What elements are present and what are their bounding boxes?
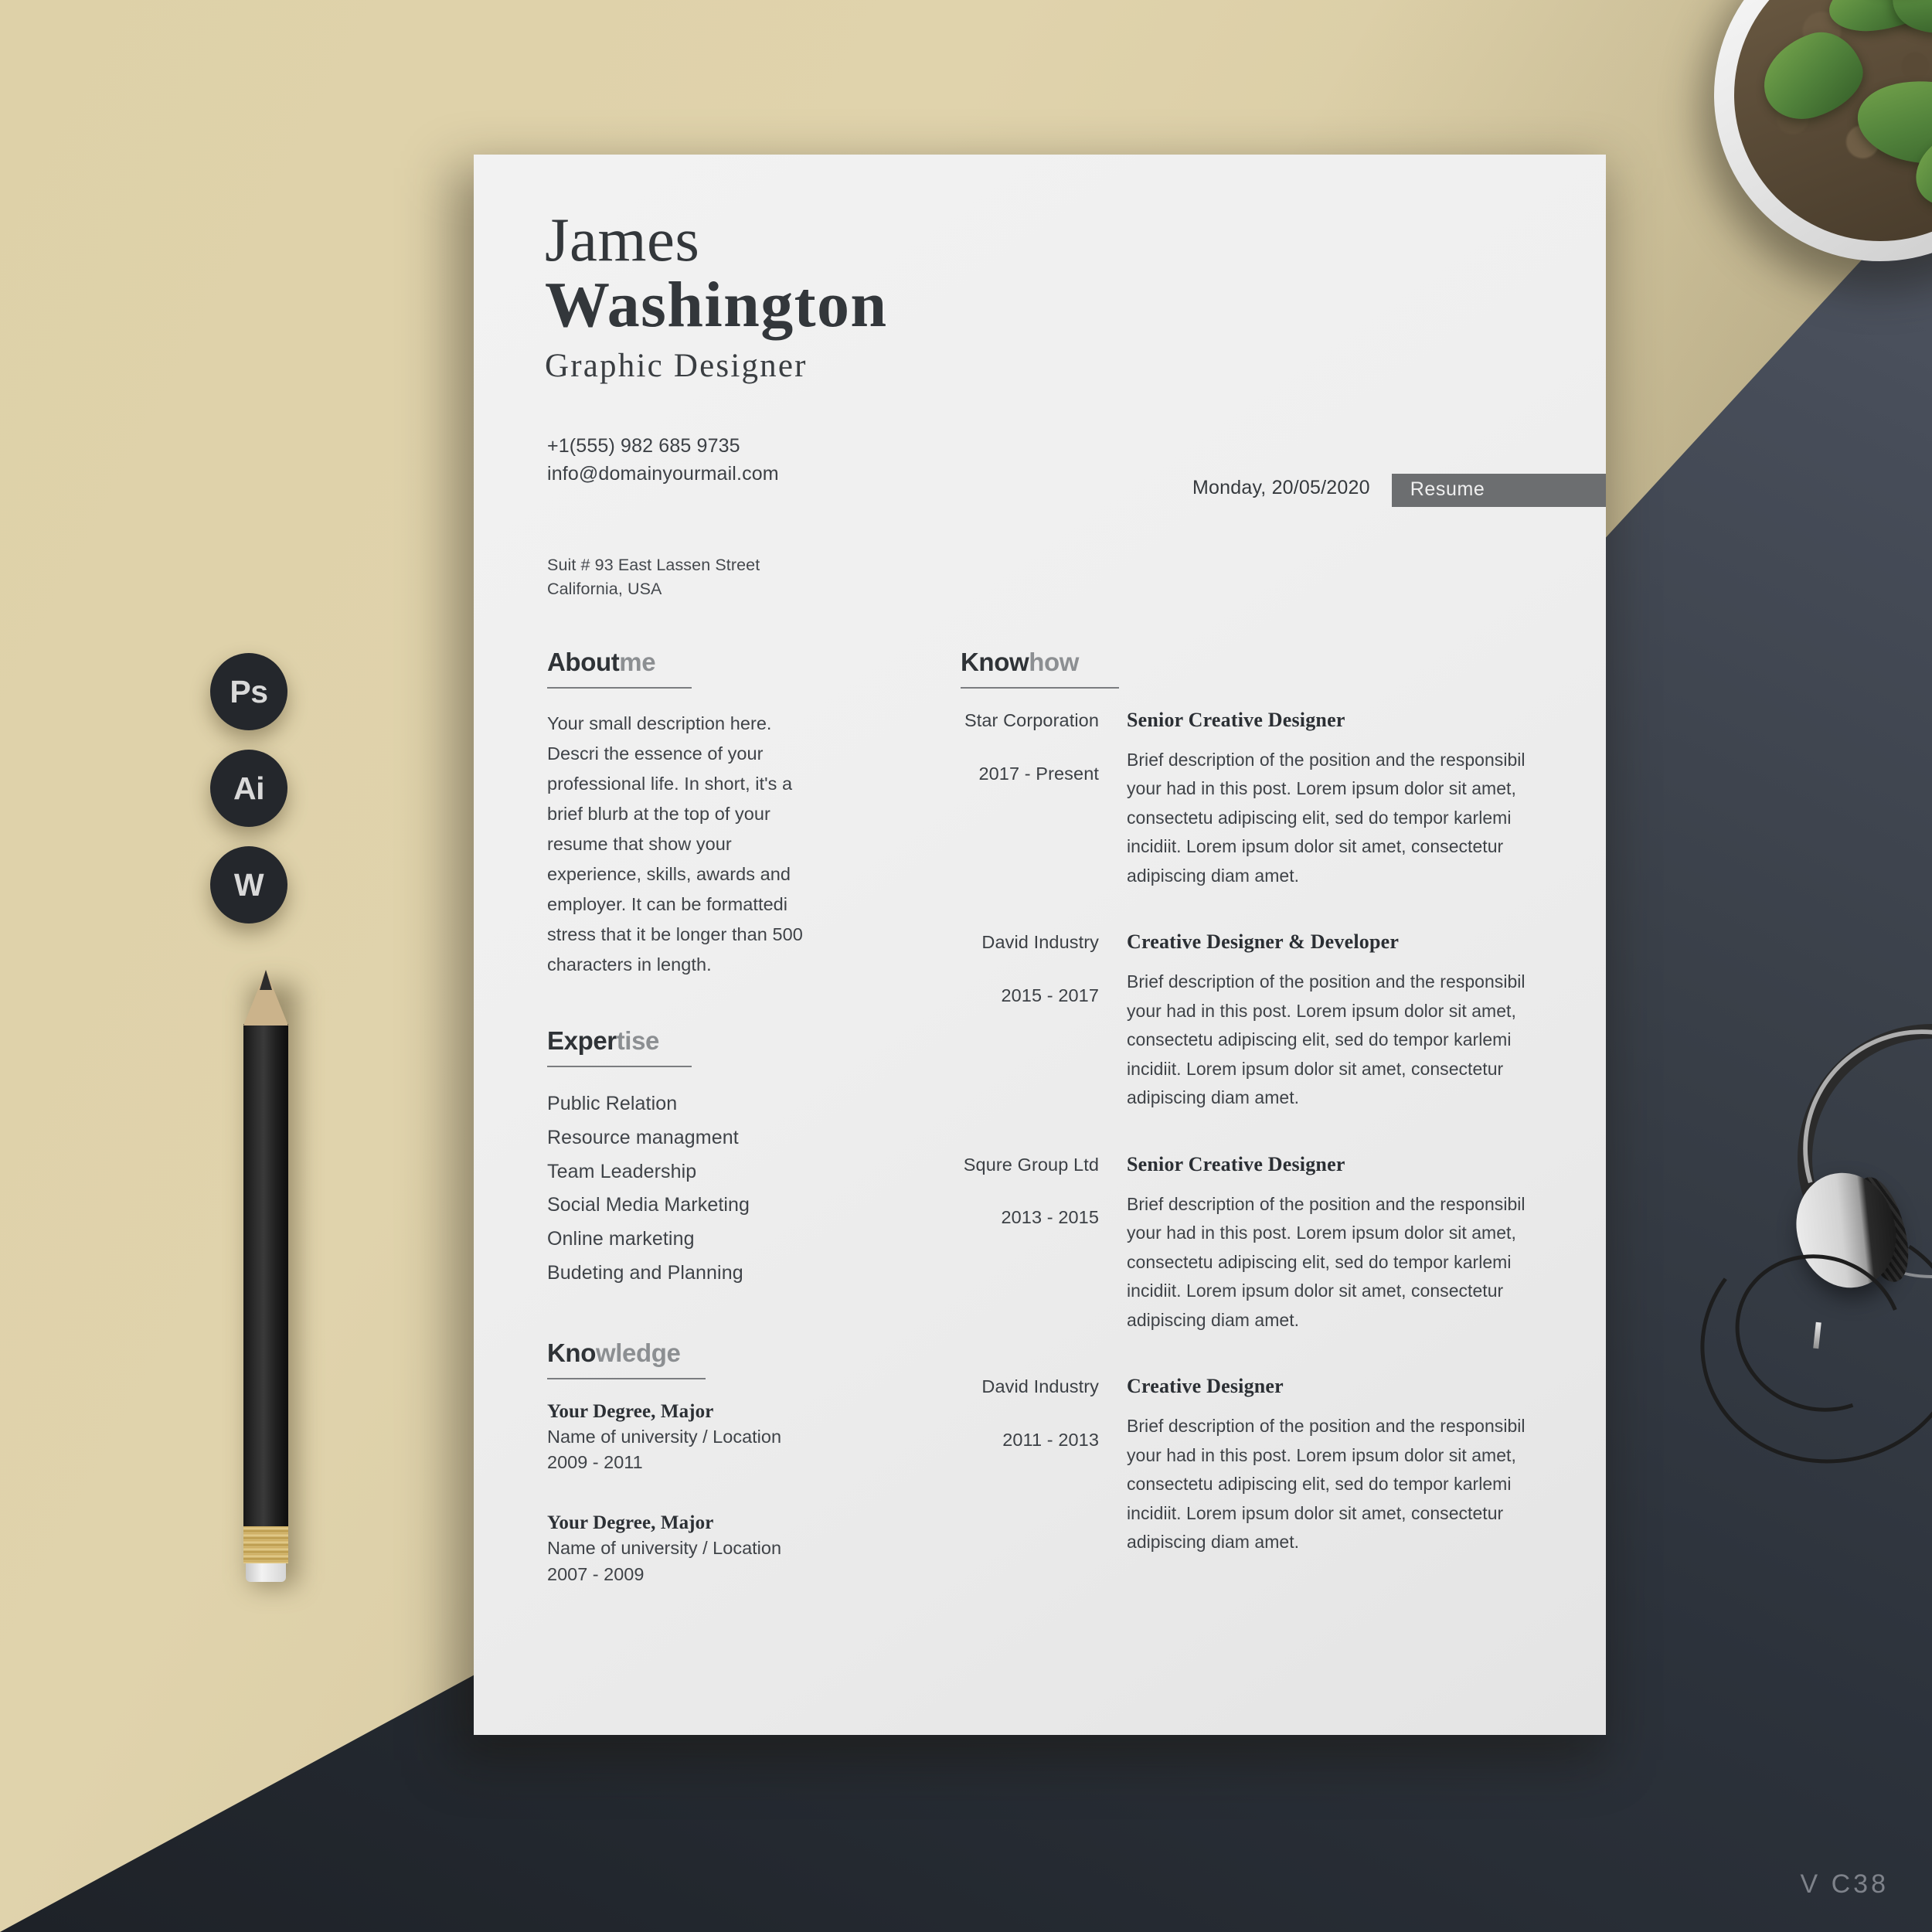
section-knowledge: Knowledge Your Degree, Major Name of uni…	[547, 1338, 818, 1588]
resume-document: James Washington Graphic Designer +1(555…	[474, 155, 1606, 1735]
list-item: Social Media Marketing	[547, 1194, 750, 1216]
education-item: Your Degree, Major Name of university / …	[547, 1401, 818, 1476]
degree-title: Your Degree, Major	[547, 1512, 714, 1534]
first-name: James	[545, 205, 700, 274]
software-badge-group: Ps Ai W	[210, 653, 287, 943]
pencil-ferrule	[243, 1526, 288, 1563]
university-name: Name of university / Location	[547, 1426, 782, 1447]
last-name: Washington	[545, 268, 888, 341]
expertise-list: Public Relation Resource managment Team …	[547, 1087, 818, 1291]
pencil-eraser	[246, 1563, 286, 1582]
knowledge-heading: Knowledge	[547, 1338, 706, 1379]
resume-left-column: Aboutme Your small description here. Des…	[547, 648, 818, 1587]
phone-number: +1(555) 982 685 9735	[547, 435, 740, 457]
company-name: Star Corporation	[964, 710, 1099, 730]
document-meta-row: Monday, 20/05/2020 Resume	[1192, 474, 1606, 507]
knowhow-heading: Knowhow	[961, 648, 1119, 689]
university-name: Name of university / Location	[547, 1538, 782, 1559]
photoshop-badge: Ps	[210, 653, 287, 730]
experience-item: Squre Group Ltd 2013 - 2015 Senior Creat…	[961, 1153, 1563, 1335]
headphones	[1681, 976, 1932, 1485]
address-line-2: California, USA	[547, 580, 662, 599]
about-heading-strong: About	[547, 648, 620, 676]
list-item: Team Leadership	[547, 1160, 697, 1182]
email-address: info@domainyourmail.com	[547, 462, 779, 485]
list-item: Budeting and Planning	[547, 1261, 743, 1284]
illustrator-badge: Ai	[210, 750, 287, 827]
company-name: David Industry	[981, 932, 1099, 953]
list-item: Public Relation	[547, 1093, 678, 1114]
desk-scene: Ps Ai W James Washington Graphic Designe…	[0, 0, 1932, 1932]
about-me-body: Your small description here. Descri the …	[547, 713, 803, 975]
pencil-body	[243, 1024, 288, 1526]
knowledge-heading-strong: Kno	[547, 1338, 596, 1367]
watermark: V C38	[1800, 1869, 1889, 1899]
address-block: Suit # 93 East Lassen Street California,…	[547, 553, 760, 601]
education-years: 2009 - 2011	[547, 1452, 643, 1473]
company-name: David Industry	[981, 1376, 1099, 1397]
potted-plant	[1702, 0, 1932, 291]
education-years: 2007 - 2009	[547, 1564, 645, 1585]
job-role-title: Senior Creative Designer	[1127, 709, 1345, 731]
job-role-title: Creative Designer	[1127, 1375, 1284, 1398]
company-name: Squre Group Ltd	[963, 1154, 1099, 1175]
address-line-1: Suit # 93 East Lassen Street	[547, 556, 760, 574]
employment-years: 2013 - 2015	[1001, 1207, 1099, 1228]
job-description: Brief description of the position and th…	[1127, 1193, 1526, 1330]
employment-years: 2015 - 2017	[1001, 985, 1099, 1005]
section-about-me: Aboutme Your small description here. Des…	[547, 648, 818, 980]
document-date: Monday, 20/05/2020	[1192, 477, 1370, 498]
degree-title: Your Degree, Major	[547, 1400, 714, 1422]
experience-item: David Industry 2015 - 2017 Creative Desi…	[961, 930, 1563, 1112]
pencil-lead	[260, 970, 272, 990]
experience-body: Creative Designer Brief description of t…	[1127, 1375, 1563, 1556]
about-heading-soft: me	[619, 648, 656, 676]
knowhow-heading-strong: Know	[961, 648, 1029, 676]
education-item: Your Degree, Major Name of university / …	[547, 1512, 818, 1587]
pencil	[243, 970, 298, 1587]
experience-meta: David Industry 2011 - 2013	[961, 1375, 1127, 1556]
illustrator-badge-label: Ai	[233, 770, 265, 806]
list-item: Resource managment	[547, 1126, 739, 1148]
employment-years: 2017 - Present	[978, 763, 1099, 784]
experience-meta: Star Corporation 2017 - Present	[961, 709, 1127, 890]
photoshop-badge-label: Ps	[230, 673, 268, 709]
job-description: Brief description of the position and th…	[1127, 1416, 1526, 1553]
contact-block: +1(555) 982 685 9735 info@domainyourmail…	[547, 433, 779, 488]
list-item: Online marketing	[547, 1228, 695, 1250]
expertise-heading: Expertise	[547, 1026, 692, 1067]
resume-header: James Washington Graphic Designer	[545, 205, 888, 385]
section-expertise: Expertise Public Relation Resource manag…	[547, 1026, 818, 1291]
job-description: Brief description of the position and th…	[1127, 971, 1526, 1108]
knowledge-heading-soft: wledge	[595, 1338, 681, 1367]
word-badge: W	[210, 846, 287, 923]
job-role-title: Senior Creative Designer	[1127, 1152, 1345, 1175]
resume-right-column: Knowhow Star Corporation 2017 - Present …	[961, 648, 1563, 1557]
expertise-heading-strong: Exper	[547, 1026, 617, 1055]
resume-tab-badge: Resume	[1391, 474, 1606, 507]
job-description: Brief description of the position and th…	[1127, 750, 1526, 886]
experience-item: David Industry 2011 - 2013 Creative Desi…	[961, 1375, 1563, 1556]
word-badge-label: W	[233, 866, 264, 903]
employment-years: 2011 - 2013	[1002, 1429, 1099, 1450]
about-me-heading: Aboutme	[547, 648, 692, 689]
experience-item: Star Corporation 2017 - Present Senior C…	[961, 709, 1563, 890]
experience-body: Senior Creative Designer Brief descripti…	[1127, 1153, 1563, 1335]
job-role-title: Creative Designer & Developer	[1127, 930, 1400, 954]
experience-body: Creative Designer & Developer Brief desc…	[1127, 930, 1563, 1112]
experience-meta: David Industry 2015 - 2017	[961, 930, 1127, 1112]
job-title: Graphic Designer	[545, 347, 808, 384]
experience-body: Senior Creative Designer Brief descripti…	[1127, 709, 1563, 890]
expertise-heading-soft: tise	[616, 1026, 660, 1055]
experience-meta: Squre Group Ltd 2013 - 2015	[961, 1153, 1127, 1335]
knowhow-heading-soft: how	[1029, 648, 1080, 676]
